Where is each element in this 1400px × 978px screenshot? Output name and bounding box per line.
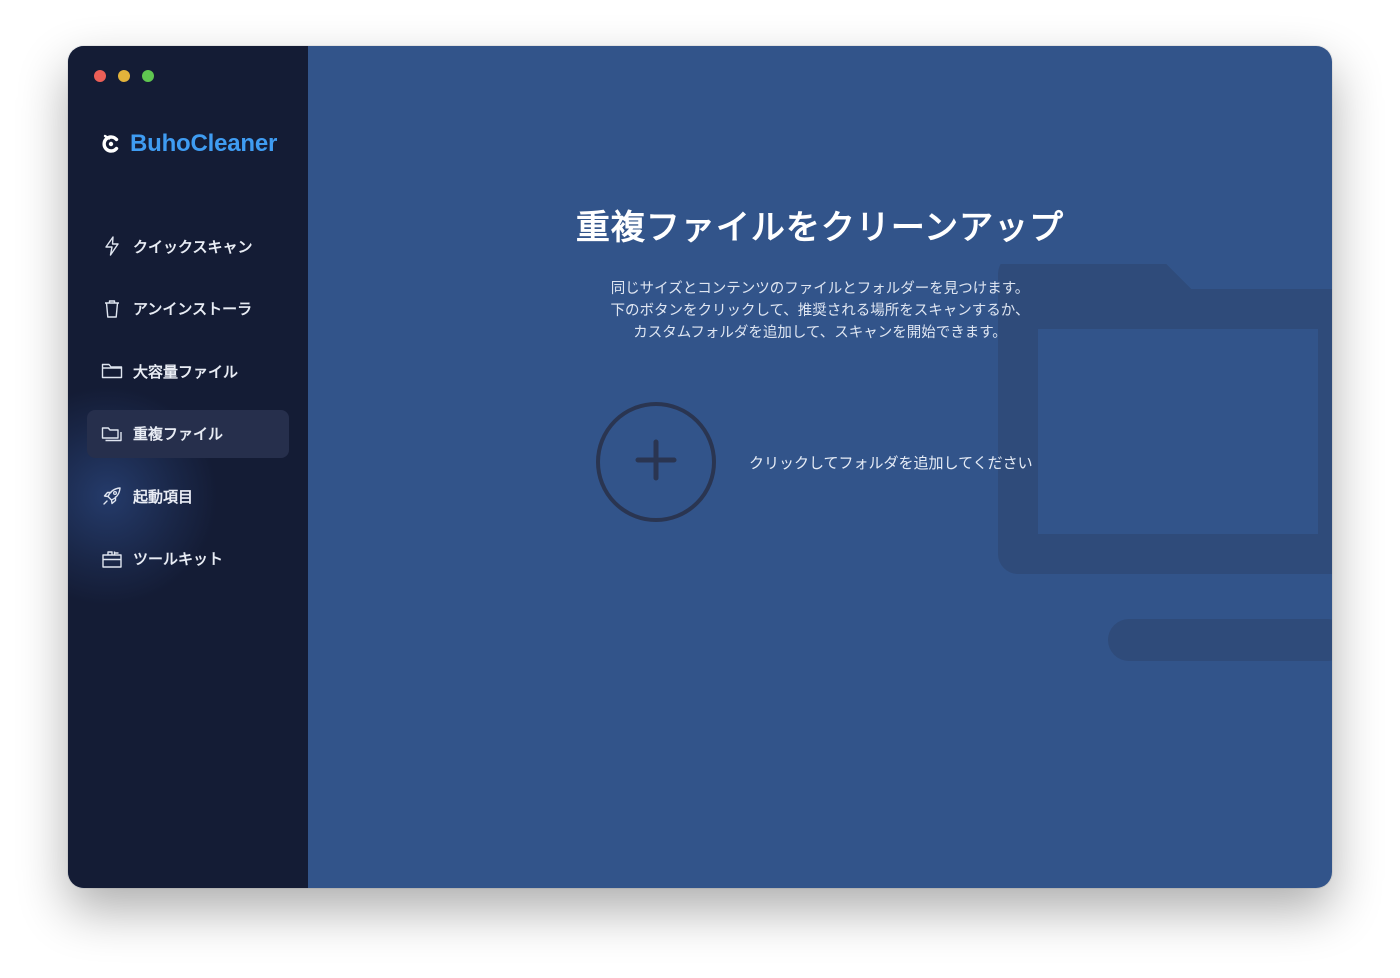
add-folder-label[interactable]: クリックしてフォルダを追加してください xyxy=(749,452,1033,473)
plus-icon xyxy=(634,438,678,486)
brand-logo-icon xyxy=(100,133,122,155)
rocket-icon xyxy=(101,485,123,507)
sidebar-item-uninstaller[interactable]: アンインストーラ xyxy=(87,285,289,333)
page-title: 重複ファイルをクリーンアップ xyxy=(575,208,1065,248)
sidebar-item-label: アンインストーラ xyxy=(133,300,253,319)
trash-icon xyxy=(101,298,123,320)
sidebar-item-label: ツールキット xyxy=(133,550,224,569)
sidebar-item-large-files[interactable]: 大容量ファイル xyxy=(87,347,289,395)
folder-icon xyxy=(101,360,123,382)
duplicate-folder-icon xyxy=(101,423,123,445)
sidebar-item-label: 起動項目 xyxy=(133,487,194,506)
main-panel: 重複ファイルをクリーンアップ 同じサイズとコンテンツのファイルとフォルダーを見つ… xyxy=(308,46,1332,888)
description-line: 同じサイズとコンテンツのファイルとフォルダーを見つけます。 xyxy=(610,281,1030,297)
close-window-button[interactable] xyxy=(94,70,106,82)
lightning-icon xyxy=(101,235,123,257)
description-line: 下のボタンをクリックして、推奨される場所をスキャンするか、 xyxy=(610,303,1030,319)
page-description: 同じサイズとコンテンツのファイルとフォルダーを見つけます。 下のボタンをクリック… xyxy=(308,278,1332,344)
window-controls xyxy=(94,70,154,82)
add-folder-button[interactable] xyxy=(596,402,716,522)
sidebar-item-duplicate-files[interactable]: 重複ファイル xyxy=(87,409,289,458)
brand: BuhoCleaner xyxy=(100,130,277,158)
sidebar-nav: クイックスキャン アンインストーラ 大容量ファイル 重複ファイル 起動項目 ツー… xyxy=(87,222,289,598)
app-window: BuhoCleaner クイックスキャン アンインストーラ 大容量ファイル 重複… xyxy=(68,46,1332,888)
sidebar-item-label: クイックスキャン xyxy=(133,237,253,256)
toolbox-icon xyxy=(101,548,123,570)
maximize-window-button[interactable] xyxy=(142,70,154,82)
sidebar-item-label: 大容量ファイル xyxy=(133,362,239,381)
description-line: カスタムフォルダを追加して、スキャンを開始できます。 xyxy=(633,325,1007,341)
brand-name: BuhoCleaner xyxy=(130,130,278,157)
sidebar: BuhoCleaner クイックスキャン アンインストーラ 大容量ファイル 重複… xyxy=(68,46,308,888)
sidebar-item-label: 重複ファイル xyxy=(133,425,224,444)
minimize-window-button[interactable] xyxy=(118,70,130,82)
sidebar-item-startup-items[interactable]: 起動項目 xyxy=(87,472,289,520)
sidebar-item-quick-scan[interactable]: クイックスキャン xyxy=(87,222,289,270)
sidebar-item-toolkit[interactable]: ツールキット xyxy=(87,535,289,583)
